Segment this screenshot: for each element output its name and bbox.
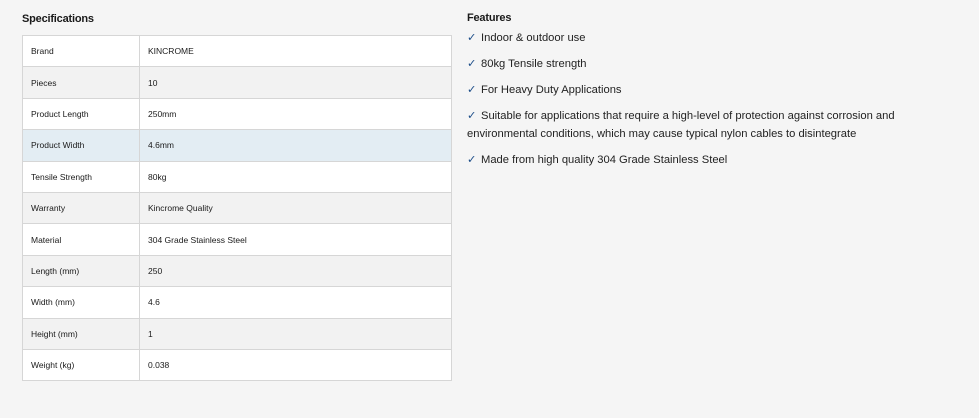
table-row: Pieces 10 <box>22 66 452 99</box>
specifications-title: Specifications <box>22 13 94 25</box>
checkmark-icon: ✓ <box>467 58 477 70</box>
spec-value: 4.6mm <box>139 129 452 162</box>
spec-label: Pieces <box>22 66 140 99</box>
table-row: Tensile Strength 80kg <box>22 160 452 193</box>
feature-text: Suitable for applications that require a… <box>467 110 895 140</box>
list-item: ✓ Suitable for applications that require … <box>467 107 927 143</box>
spec-label: Width (mm) <box>22 286 140 319</box>
spec-label: Weight (kg) <box>22 348 140 382</box>
spec-value: 10 <box>139 66 452 99</box>
spec-value: 80kg <box>139 160 452 193</box>
table-row: Warranty Kincrome Quality <box>22 191 452 225</box>
spec-label: Tensile Strength <box>22 160 140 193</box>
list-item: ✓ Made from high quality 304 Grade Stainl… <box>467 151 927 169</box>
table-row: Height (mm) 1 <box>22 317 452 350</box>
list-item: ✓ Indoor & outdoor use <box>467 29 927 47</box>
table-row: Weight (kg) 0.038 <box>22 348 452 382</box>
table-row: Width (mm) 4.6 <box>22 286 452 319</box>
spec-value: 1 <box>139 317 452 350</box>
spec-value: 4.6 <box>139 286 452 319</box>
spec-value: 0.038 <box>139 348 452 382</box>
spec-label: Warranty <box>22 191 140 225</box>
feature-text: Made from high quality 304 Grade Stainle… <box>481 154 728 166</box>
spec-label: Product Width <box>22 129 140 162</box>
table-row-hovered: Product Width 4.6mm <box>22 129 452 162</box>
spec-value: 250mm <box>139 97 452 131</box>
spec-label: Material <box>22 223 140 256</box>
specifications-table: Brand KINCROME Pieces 10 Product Length … <box>22 34 452 382</box>
spec-value: Kincrome Quality <box>139 191 452 225</box>
spec-value: 304 Grade Stainless Steel <box>139 223 452 256</box>
list-item: ✓ 80kg Tensile strength <box>467 55 927 73</box>
checkmark-icon: ✓ <box>467 84 477 96</box>
spec-label: Height (mm) <box>22 317 140 350</box>
spec-label: Product Length <box>22 97 140 131</box>
spec-label: Brand <box>22 34 140 68</box>
feature-text: 80kg Tensile strength <box>481 58 587 70</box>
checkmark-icon: ✓ <box>467 154 477 166</box>
feature-text: Indoor & outdoor use <box>481 32 586 44</box>
features-title: Features <box>467 12 512 24</box>
checkmark-icon: ✓ <box>467 32 477 44</box>
list-item: ✓ For Heavy Duty Applications <box>467 81 927 99</box>
spec-value: KINCROME <box>139 34 452 68</box>
table-row: Brand KINCROME <box>22 34 452 68</box>
spec-label: Length (mm) <box>22 254 140 288</box>
features-section: Features ✓ Indoor & outdoor use ✓ 80kg Ten… <box>467 11 927 177</box>
features-list: ✓ Indoor & outdoor use ✓ 80kg Tensile stre… <box>467 29 927 169</box>
spec-value: 250 <box>139 254 452 288</box>
checkmark-icon: ✓ <box>467 110 477 122</box>
table-row: Length (mm) 250 <box>22 254 452 288</box>
table-row: Material 304 Grade Stainless Steel <box>22 223 452 256</box>
table-row: Product Length 250mm <box>22 97 452 131</box>
specifications-section: Specifications Brand KINCROME Pieces 10 … <box>22 12 452 382</box>
feature-text: For Heavy Duty Applications <box>481 84 622 96</box>
